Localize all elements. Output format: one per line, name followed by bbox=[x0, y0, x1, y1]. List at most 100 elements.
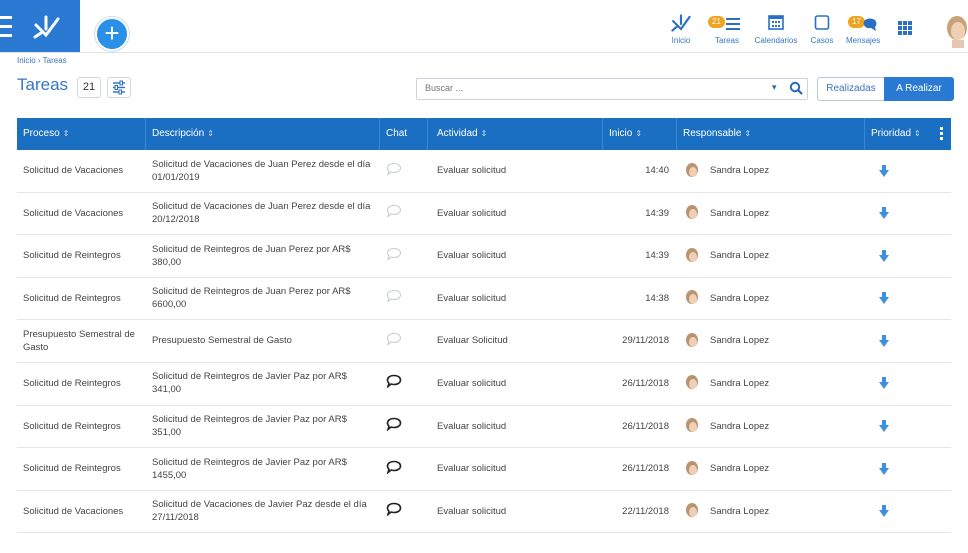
chat-empty-icon[interactable] bbox=[386, 247, 402, 265]
cell-chat bbox=[380, 448, 428, 489]
columns-menu-icon[interactable] bbox=[940, 127, 943, 142]
cell-actividad: Evaluar solicitud bbox=[437, 292, 507, 304]
header-label: Responsable bbox=[683, 128, 742, 139]
search-input[interactable] bbox=[425, 83, 745, 93]
header-label: Chat bbox=[386, 128, 408, 139]
chat-active-icon[interactable] bbox=[386, 374, 402, 392]
nav-calendarios[interactable]: Calendarios bbox=[754, 14, 798, 45]
avatar bbox=[683, 417, 701, 436]
toggle-realizadas[interactable]: Realizadas bbox=[817, 77, 885, 101]
chat-active-icon[interactable] bbox=[386, 417, 402, 435]
calendar-icon bbox=[768, 15, 784, 30]
tasks-table: Proceso ⇕ Descripción ⇕ Chat Actividad ⇕ In… bbox=[17, 118, 951, 553]
search-dropdown-icon[interactable]: ▾ bbox=[772, 82, 777, 93]
apps-grid-icon[interactable] bbox=[898, 21, 912, 35]
search-box: ▾ bbox=[416, 78, 808, 100]
header-responsable[interactable]: Responsable ⇕ bbox=[677, 118, 865, 150]
nav-mensajes[interactable]: 17 Mensajes bbox=[846, 14, 880, 45]
cell-inicio: 14:39 bbox=[645, 250, 669, 262]
cell-responsable: Sandra Lopez bbox=[677, 278, 865, 319]
table-row[interactable]: Solicitud de Reintegros Solicitud de Rei… bbox=[17, 363, 951, 406]
header-proceso[interactable]: Proceso ⇕ bbox=[17, 118, 146, 150]
cell-proceso: Solicitud de Vacaciones bbox=[23, 165, 124, 176]
nav-label: Calendarios bbox=[754, 36, 798, 45]
table-row[interactable]: Solicitud de Vacaciones Solicitud de Vac… bbox=[17, 150, 951, 193]
sort-icon: ⇕ bbox=[480, 129, 488, 138]
cell-inicio: 14:39 bbox=[645, 207, 669, 219]
nav-label: Inicio bbox=[671, 36, 691, 45]
cell-prioridad bbox=[865, 193, 951, 234]
chat-empty-icon[interactable] bbox=[386, 204, 402, 222]
cell-proceso: Solicitud de Reintegros bbox=[23, 377, 121, 389]
table-row[interactable]: Solicitud de Reintegros Solicitud de Rei… bbox=[17, 406, 951, 449]
header-actividad[interactable]: Actividad ⇕ bbox=[428, 118, 603, 150]
filter-sliders-icon bbox=[113, 80, 125, 95]
table-row[interactable]: Solicitud de Vacaciones Solicitud de Vac… bbox=[17, 491, 951, 534]
header-label: Prioridad bbox=[871, 128, 912, 139]
cell-actividad: Evaluar solicitud bbox=[437, 377, 507, 389]
cell-chat bbox=[380, 193, 428, 234]
cell-proceso: Solicitud de Vacaciones bbox=[23, 505, 124, 517]
cell-chat bbox=[380, 278, 428, 319]
responsable-name: Sandra Lopez bbox=[710, 292, 770, 304]
header-inicio[interactable]: Inicio ⇕ bbox=[603, 118, 677, 150]
cell-prioridad bbox=[865, 320, 951, 361]
user-avatar[interactable] bbox=[942, 14, 968, 48]
table-row[interactable]: Solicitud de Vacaciones Solicitud de Vac… bbox=[17, 193, 951, 236]
nav-inicio[interactable]: Inicio bbox=[668, 14, 694, 45]
cell-actividad: Evaluar Solicitud bbox=[437, 335, 508, 347]
cell-responsable: Sandra Lopez bbox=[677, 448, 865, 489]
cell-chat bbox=[380, 235, 428, 276]
tasks-icon bbox=[726, 18, 740, 30]
new-button[interactable]: + bbox=[95, 17, 129, 51]
nav-label: Casos bbox=[810, 36, 834, 45]
cell-prioridad bbox=[865, 150, 951, 191]
messages-icon bbox=[863, 18, 877, 31]
cell-prioridad bbox=[865, 491, 951, 532]
search-icon[interactable] bbox=[789, 81, 803, 95]
menu-icon[interactable] bbox=[0, 10, 12, 42]
app-logo[interactable] bbox=[0, 0, 80, 52]
chat-active-icon[interactable] bbox=[386, 502, 402, 520]
cell-chat bbox=[380, 491, 428, 532]
priority-low-arrow-icon bbox=[879, 164, 889, 177]
nav-casos[interactable]: Casos bbox=[810, 14, 834, 45]
table-row[interactable]: Solicitud de Reintegros Solicitud de Rei… bbox=[17, 235, 951, 278]
chat-empty-icon[interactable] bbox=[386, 332, 402, 350]
toggle-a-realizar[interactable]: A Realizar bbox=[884, 77, 954, 101]
table-row[interactable]: Solicitud de Reintegros Solicitud de Rei… bbox=[17, 448, 951, 491]
table-row[interactable]: Solicitud de Reintegros Solicitud de Rei… bbox=[17, 278, 951, 321]
responsable-name: Sandra Lopez bbox=[710, 420, 770, 432]
responsable-name: Sandra Lopez bbox=[710, 250, 770, 262]
chat-empty-icon[interactable] bbox=[386, 162, 402, 180]
tasks-badge: 21 bbox=[708, 16, 725, 28]
header-prioridad[interactable]: Prioridad ⇕ bbox=[865, 118, 951, 150]
cell-proceso: Solicitud de Reintegros bbox=[23, 250, 121, 262]
cell-inicio: 14:38 bbox=[645, 292, 669, 304]
chat-empty-icon[interactable] bbox=[386, 289, 402, 307]
cell-prioridad bbox=[865, 406, 951, 447]
cell-descripcion: Presupuesto Semestral de Gasto bbox=[152, 335, 292, 347]
cell-descripcion: Solicitud de Reintegros de Juan Perez po… bbox=[152, 243, 351, 268]
header-label: Descripción bbox=[152, 128, 205, 139]
responsable-name: Sandra Lopez bbox=[710, 207, 770, 219]
page-title: Tareas bbox=[17, 75, 69, 94]
cell-actividad: Evaluar solicitud bbox=[437, 250, 507, 262]
cell-inicio: 26/11/2018 bbox=[622, 463, 669, 475]
header-descripcion[interactable]: Descripción ⇕ bbox=[146, 118, 380, 150]
nav-tareas[interactable]: 21 Tareas bbox=[708, 14, 744, 45]
chat-active-icon[interactable] bbox=[386, 460, 402, 478]
cell-descripcion: Solicitud de Vacaciones de Juan Perez de… bbox=[152, 201, 371, 226]
filter-button[interactable] bbox=[107, 77, 131, 98]
avatar bbox=[683, 246, 701, 265]
header-label: Inicio bbox=[609, 128, 633, 139]
priority-low-arrow-icon bbox=[879, 377, 889, 390]
responsable-name: Sandra Lopez bbox=[710, 377, 770, 389]
breadcrumb[interactable]: Inicio › Tareas bbox=[17, 56, 67, 65]
table-body: Solicitud de Vacaciones Solicitud de Vac… bbox=[17, 150, 951, 534]
priority-low-arrow-icon bbox=[879, 207, 889, 220]
cell-descripcion: Solicitud de Reintegros de Juan Perez po… bbox=[152, 286, 351, 311]
cell-responsable: Sandra Lopez bbox=[677, 491, 865, 532]
table-row[interactable]: Presupuesto Semestral de Gasto Presupues… bbox=[17, 320, 951, 363]
cell-prioridad bbox=[865, 448, 951, 489]
